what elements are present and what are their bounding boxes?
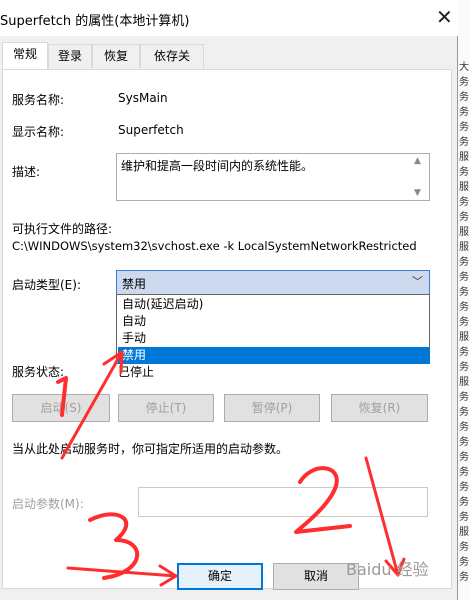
background-list-char: 务 xyxy=(459,257,469,268)
chevron-down-icon[interactable]: ﹀ xyxy=(412,273,423,289)
option-manual[interactable]: 手动 xyxy=(118,330,430,347)
background-list-char: 务 xyxy=(459,197,469,208)
description-text: 维护和提高一段时间内的系统性能。 xyxy=(121,159,314,173)
service-name-value: SysMain xyxy=(118,91,168,105)
background-list-char: 务 xyxy=(459,362,469,373)
ok-button[interactable]: 确定 xyxy=(177,563,263,590)
option-auto[interactable]: 自动 xyxy=(118,313,430,330)
background-list-char: 务 xyxy=(459,422,469,433)
background-list-char: 务 xyxy=(459,392,469,403)
startup-type-label: 启动类型(E): xyxy=(12,278,81,292)
path-label: 可执行文件的路径: xyxy=(12,222,113,236)
background-list-char: 务 xyxy=(459,92,469,103)
background-list-char: 务 xyxy=(459,467,469,478)
startup-type-select[interactable]: 禁用 xyxy=(116,270,430,295)
background-list-char: 务 xyxy=(459,317,469,328)
background-list-char: 务 xyxy=(459,542,469,553)
tab-logon[interactable]: 登录 xyxy=(48,44,92,68)
startup-type-selected: 禁用 xyxy=(122,277,147,291)
description-label: 描述: xyxy=(12,165,41,179)
close-icon[interactable]: ✕ xyxy=(436,5,453,29)
baidu-watermark: Baidu 经验 xyxy=(346,560,429,579)
background-list-char: 务 xyxy=(459,497,469,508)
properties-dialog: Superfetch 的属性(本地计算机) ✕ 常规 登录 恢复 依存关系 服务… xyxy=(0,0,458,600)
background-list-char: 务 xyxy=(459,122,469,133)
background-list-char: 务 xyxy=(459,512,469,523)
background-list-char: 务 xyxy=(459,572,469,583)
option-auto-delayed[interactable]: 自动(延迟启动) xyxy=(118,296,430,313)
background-list-char: 服 xyxy=(459,227,469,238)
background-list-char: 务 xyxy=(459,167,469,178)
background-list-char: 服 xyxy=(459,527,469,538)
service-status-label: 服务状态: xyxy=(12,365,65,379)
startup-type-dropdown: 自动(延迟启动) 自动 手动 禁用 xyxy=(116,294,430,364)
background-list-char: 务 xyxy=(459,482,469,493)
display-name-value: Superfetch xyxy=(118,123,184,137)
description-textbox[interactable]: 维护和提高一段时间内的系统性能。 xyxy=(116,153,430,201)
background-list-char: 务 xyxy=(459,437,469,448)
background-list-char: 务 xyxy=(459,452,469,463)
background-list-char: 务 xyxy=(459,557,469,568)
option-disabled[interactable]: 禁用 xyxy=(118,347,430,364)
background-list-char: 务 xyxy=(459,212,469,223)
background-list-char: 务 xyxy=(459,77,469,88)
start-button[interactable]: 启动(S) xyxy=(12,394,110,422)
background-list-char: 务 xyxy=(459,137,469,148)
background-list-char: 务 xyxy=(459,347,469,358)
title-bar: Superfetch 的属性(本地计算机) ✕ xyxy=(0,0,458,36)
tab-dependencies[interactable]: 依存关系 xyxy=(140,44,204,85)
start-params-label: 启动参数(M): xyxy=(12,497,84,511)
pause-button[interactable]: 暂停(P) xyxy=(224,394,320,422)
service-name-label: 服务名称: xyxy=(12,93,65,107)
background-window-strip xyxy=(458,0,470,600)
start-params-hint: 当从此处启动服务时，你可指定所适用的启动参数。 xyxy=(12,442,289,456)
background-list-char: 服 xyxy=(459,152,469,163)
resume-button[interactable]: 恢复(R) xyxy=(331,394,428,422)
start-params-input[interactable] xyxy=(138,487,428,517)
background-list-char: 服 xyxy=(459,182,469,193)
background-list-char: 服 xyxy=(459,242,469,253)
background-list-char: 务 xyxy=(459,287,469,298)
background-list-char: 务 xyxy=(459,302,469,313)
service-status-value: 已停止 xyxy=(118,365,155,379)
tab-general[interactable]: 常规 xyxy=(2,42,48,70)
window-title: Superfetch 的属性(本地计算机) xyxy=(0,14,190,29)
scroll-down-icon[interactable]: ▼ xyxy=(414,188,421,198)
background-list-char: 服 xyxy=(459,377,469,388)
background-list-char: 务 xyxy=(459,107,469,118)
background-list-char: 服 xyxy=(459,332,469,343)
background-list-char: 务 xyxy=(459,272,469,283)
tab-recovery[interactable]: 恢复 xyxy=(92,44,140,68)
background-list-char: 大 xyxy=(459,62,469,73)
stop-button[interactable]: 停止(T) xyxy=(118,394,214,422)
scroll-up-icon[interactable]: ▲ xyxy=(414,156,421,166)
display-name-label: 显示名称: xyxy=(12,125,65,139)
background-list-char: 务 xyxy=(459,407,469,418)
path-value: C:\WINDOWS\system32\svchost.exe -k Local… xyxy=(12,239,417,253)
